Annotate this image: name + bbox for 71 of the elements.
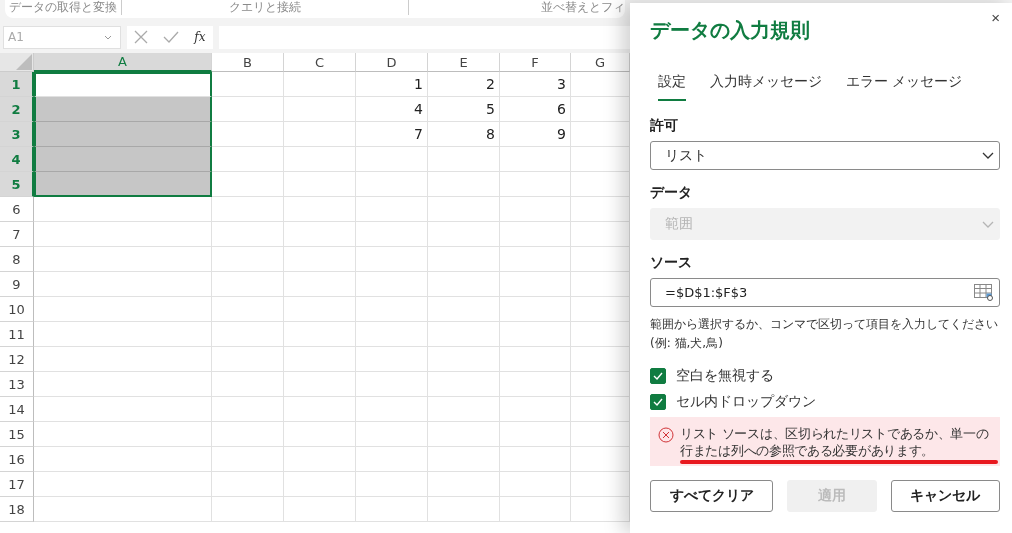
row-header[interactable]: 9: [0, 272, 34, 297]
row-header[interactable]: 12: [0, 347, 34, 372]
row-header[interactable]: 3: [0, 122, 34, 147]
insert-function-button[interactable]: fx: [194, 30, 206, 44]
column-header[interactable]: A: [34, 53, 212, 72]
range-select-icon[interactable]: [974, 284, 994, 301]
field-label: データ: [650, 184, 693, 202]
ribbon-group-label: データの取得と変換: [5, 0, 122, 15]
source-field[interactable]: =$D$1:$F$3: [650, 278, 1000, 307]
row-header[interactable]: 10: [0, 297, 34, 322]
caret-icon[interactable]: [104, 34, 112, 40]
formula-input[interactable]: [219, 25, 633, 49]
row-header[interactable]: 16: [0, 447, 34, 472]
field-label: 許可: [650, 117, 679, 135]
table-cell[interactable]: [34, 147, 212, 172]
field-label: ソース: [650, 254, 693, 272]
checkbox[interactable]: [650, 394, 666, 410]
table-cell[interactable]: [34, 97, 212, 122]
chevron-icon: [982, 220, 994, 228]
close-button[interactable]: ×: [991, 9, 1000, 26]
chevron-icon: [982, 152, 994, 159]
checkbox-label: セル内ドロップダウン: [676, 393, 816, 411]
table-cell[interactable]: 6: [500, 97, 571, 122]
tab[interactable]: 設定: [658, 65, 686, 101]
error-message: リスト ソースは、区切られたリストであるか、単一の行または列への参照である必要があります。: [680, 425, 990, 459]
cancel-icon[interactable]: [134, 30, 149, 44]
row-header[interactable]: 5: [0, 172, 34, 197]
row-header[interactable]: 8: [0, 247, 34, 272]
table-cell[interactable]: 7: [356, 122, 428, 147]
column-header[interactable]: C: [284, 53, 356, 72]
action-button[interactable]: すべてクリア: [650, 480, 774, 512]
ribbon-group-label: クエリと接続: [122, 0, 409, 15]
allow-dropdown[interactable]: リスト: [650, 141, 1000, 170]
row-header[interactable]: 13: [0, 372, 34, 397]
help-text: (例: 猫,犬,鳥): [650, 335, 724, 352]
ribbon-group-label: 並べ替えとフィ: [540, 0, 625, 15]
table-cell[interactable]: 4: [356, 97, 428, 122]
column-header[interactable]: E: [428, 53, 500, 72]
row-header[interactable]: 4: [0, 147, 34, 172]
checkmark-icon: [653, 398, 663, 406]
table-cell[interactable]: 8: [428, 122, 500, 147]
row-header[interactable]: 1: [0, 72, 34, 97]
row-header[interactable]: 11: [0, 322, 34, 347]
row-header[interactable]: 14: [0, 397, 34, 422]
table-cell[interactable]: 1: [356, 72, 428, 97]
help-text: 範囲から選択するか、コンマで区切って項目を入力してください: [650, 316, 999, 333]
row-header[interactable]: 17: [0, 472, 34, 497]
action-button[interactable]: キャンセル: [890, 480, 1000, 512]
row-header[interactable]: 2: [0, 97, 34, 122]
checkmark-icon: [653, 372, 663, 380]
table-cell[interactable]: 5: [428, 97, 500, 122]
table-cell[interactable]: [34, 122, 212, 147]
error-icon: [658, 427, 674, 443]
table-cell[interactable]: 3: [500, 72, 571, 97]
column-header[interactable]: D: [356, 53, 428, 72]
tab[interactable]: 入力時メッセージ: [710, 65, 822, 101]
column-header[interactable]: G: [571, 53, 630, 72]
table-cell[interactable]: [34, 172, 212, 197]
table-cell[interactable]: 9: [500, 122, 571, 147]
table-cell[interactable]: 2: [428, 72, 500, 97]
column-header[interactable]: B: [212, 53, 284, 72]
tab[interactable]: エラー メッセージ: [846, 65, 963, 101]
checkbox[interactable]: [650, 368, 666, 384]
row-header[interactable]: 18: [0, 497, 34, 522]
row-header[interactable]: 6: [0, 197, 34, 222]
panel-title: データの入力規則: [650, 17, 810, 44]
row-header[interactable]: 15: [0, 422, 34, 447]
check-icon[interactable]: [163, 31, 180, 43]
column-header[interactable]: F: [500, 53, 571, 72]
row-header[interactable]: 7: [0, 222, 34, 247]
checkbox-label: 空白を無視する: [676, 367, 774, 385]
